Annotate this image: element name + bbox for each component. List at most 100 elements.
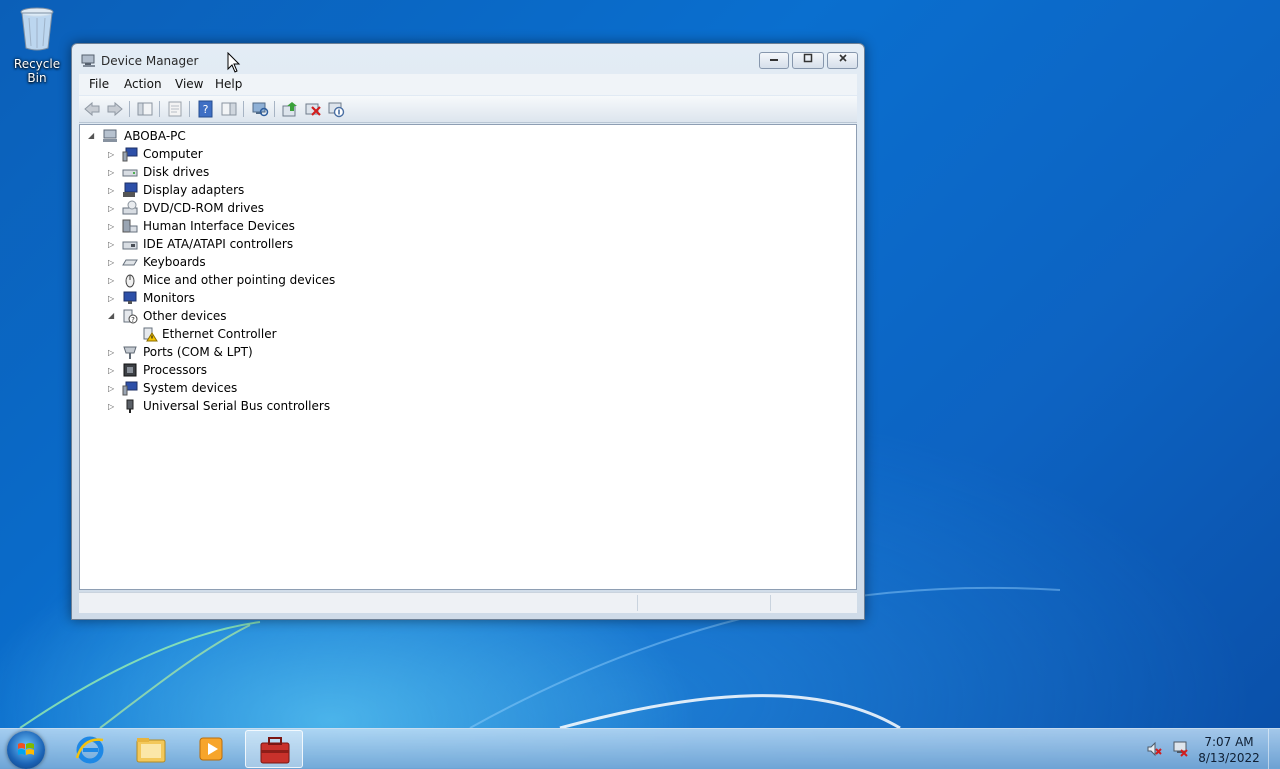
menu-action[interactable]: Action <box>124 77 162 91</box>
expand-arrow-icon[interactable]: ▷ <box>108 348 117 357</box>
minimize-icon <box>770 59 778 61</box>
volume-muted-icon[interactable] <box>1146 741 1162 757</box>
status-bar <box>79 592 857 613</box>
taskbar-device-manager[interactable] <box>245 730 303 768</box>
device-label: Ethernet Controller <box>162 327 277 341</box>
category-label: Monitors <box>143 291 195 305</box>
forward-icon[interactable] <box>106 100 124 118</box>
tree-item-system-devices[interactable]: ▷ System devices <box>108 379 408 397</box>
collapse-arrow-icon[interactable]: ◢ <box>108 311 117 320</box>
expand-arrow-icon[interactable]: ▷ <box>108 222 117 231</box>
tree-item-dvd-cdrom[interactable]: ▷ DVD/CD-ROM drives <box>108 199 408 217</box>
tree-item-other-devices[interactable]: ◢ ? Other devices <box>108 307 408 325</box>
clock-time: 7:07 AM <box>1204 735 1254 749</box>
category-label: Display adapters <box>143 183 245 197</box>
taskbar: 7:07 AM 8/13/2022 <box>0 728 1280 769</box>
show-hide-console-tree-icon[interactable] <box>136 100 154 118</box>
menu-help[interactable]: Help <box>215 77 242 91</box>
expand-arrow-icon[interactable]: ▷ <box>108 384 117 393</box>
recycle-bin-shortcut[interactable]: Recycle Bin <box>4 6 70 85</box>
tree-item-ide-controllers[interactable]: ▷ IDE ATA/ATAPI controllers <box>108 235 408 253</box>
tree-item-ethernet-controller[interactable]: Ethernet Controller <box>128 325 428 343</box>
tree-item-computer[interactable]: ▷ Computer <box>108 145 408 163</box>
category-label: Computer <box>143 147 203 161</box>
menu-file[interactable]: File <box>89 77 109 91</box>
tree-item-ports[interactable]: ▷ Ports (COM & LPT) <box>108 343 408 361</box>
processor-icon <box>123 363 137 377</box>
tree-item-human-interface-devices[interactable]: ▷ Human Interface Devices <box>108 217 408 235</box>
recycle-bin-label: Recycle Bin <box>13 57 61 85</box>
tree-item-processors[interactable]: ▷ Processors <box>108 361 408 379</box>
expand-arrow-icon[interactable]: ▷ <box>108 168 117 177</box>
tree-item-mice[interactable]: ▷ Mice and other pointing devices <box>108 271 428 289</box>
category-label: Universal Serial Bus controllers <box>143 399 331 413</box>
device-manager-icon <box>260 737 290 764</box>
action-pane-icon[interactable] <box>220 100 238 118</box>
category-label: Other devices <box>143 309 227 323</box>
mouse-cursor-icon <box>227 52 241 73</box>
window-title: Device Manager <box>101 54 199 68</box>
category-label: Human Interface Devices <box>143 219 295 233</box>
usb-icon <box>126 399 134 413</box>
warning-device-icon <box>143 327 158 342</box>
minimize-button[interactable] <box>759 52 789 69</box>
show-desktop-button[interactable] <box>1268 729 1280 769</box>
help-icon[interactable]: ? <box>197 100 215 118</box>
scan-hardware-icon[interactable] <box>251 100 269 118</box>
expand-arrow-icon[interactable]: ▷ <box>108 402 117 411</box>
uninstall-icon[interactable] <box>304 100 322 118</box>
tree-root[interactable]: ◢ ABOBA-PC <box>88 127 388 145</box>
taskbar-windows-explorer[interactable] <box>122 730 180 768</box>
svg-text:?: ? <box>131 316 135 324</box>
category-label: IDE ATA/ATAPI controllers <box>143 237 294 251</box>
maximize-icon <box>803 53 813 63</box>
category-label: System devices <box>143 381 238 395</box>
back-icon[interactable] <box>83 100 101 118</box>
expand-arrow-icon[interactable]: ▷ <box>108 294 117 303</box>
expand-arrow-icon[interactable]: ▷ <box>108 186 117 195</box>
network-error-icon[interactable] <box>1172 741 1188 757</box>
title-bar[interactable]: Device Manager <box>72 44 864 74</box>
category-label: Mice and other pointing devices <box>143 273 336 287</box>
tree-item-display-adapters[interactable]: ▷ Display adapters <box>108 181 408 199</box>
category-label: DVD/CD-ROM drives <box>143 201 265 215</box>
media-player-icon <box>199 737 223 761</box>
taskbar-media-player[interactable] <box>183 730 241 768</box>
computer-icon <box>122 147 138 162</box>
device-tree[interactable]: ◢ ABOBA-PC ▷ Computer ▷ Disk drives ▷ Di… <box>79 124 857 590</box>
expand-arrow-icon[interactable]: ▷ <box>108 276 117 285</box>
root-label: ABOBA-PC <box>124 129 186 143</box>
maximize-button[interactable] <box>792 52 824 69</box>
other-devices-icon: ? <box>123 309 138 324</box>
close-button[interactable] <box>827 52 858 69</box>
tree-item-disk-drives[interactable]: ▷ Disk drives <box>108 163 408 181</box>
tree-item-usb-controllers[interactable]: ▷ Universal Serial Bus controllers <box>108 397 428 415</box>
taskbar-internet-explorer[interactable] <box>61 730 119 768</box>
close-icon <box>838 54 847 62</box>
expand-arrow-icon[interactable]: ▷ <box>108 150 117 159</box>
port-icon <box>123 346 137 359</box>
hid-icon <box>122 219 138 233</box>
tree-item-monitors[interactable]: ▷ Monitors <box>108 289 408 307</box>
start-button[interactable] <box>7 731 45 769</box>
update-driver-icon[interactable] <box>281 100 299 118</box>
properties-icon[interactable] <box>166 100 184 118</box>
recycle-bin-icon <box>20 7 54 51</box>
clock-date: 8/13/2022 <box>1198 751 1260 765</box>
computer-root-icon <box>103 129 117 142</box>
ide-controller-icon <box>122 241 138 250</box>
keyboard-icon <box>122 259 138 266</box>
mouse-icon <box>125 274 135 288</box>
device-manager-window: Device Manager File Action View Help ? ◢… <box>71 43 865 620</box>
collapse-arrow-icon[interactable]: ◢ <box>88 131 97 140</box>
tree-item-keyboards[interactable]: ▷ Keyboards <box>108 253 408 271</box>
expand-arrow-icon[interactable]: ▷ <box>108 240 117 249</box>
disable-icon[interactable] <box>327 100 345 118</box>
menu-view[interactable]: View <box>175 77 203 91</box>
device-manager-icon <box>81 54 95 67</box>
expand-arrow-icon[interactable]: ▷ <box>108 204 117 213</box>
monitor-icon <box>123 291 137 304</box>
system-clock[interactable]: 7:07 AM 8/13/2022 <box>1195 734 1263 766</box>
expand-arrow-icon[interactable]: ▷ <box>108 366 117 375</box>
expand-arrow-icon[interactable]: ▷ <box>108 258 117 267</box>
